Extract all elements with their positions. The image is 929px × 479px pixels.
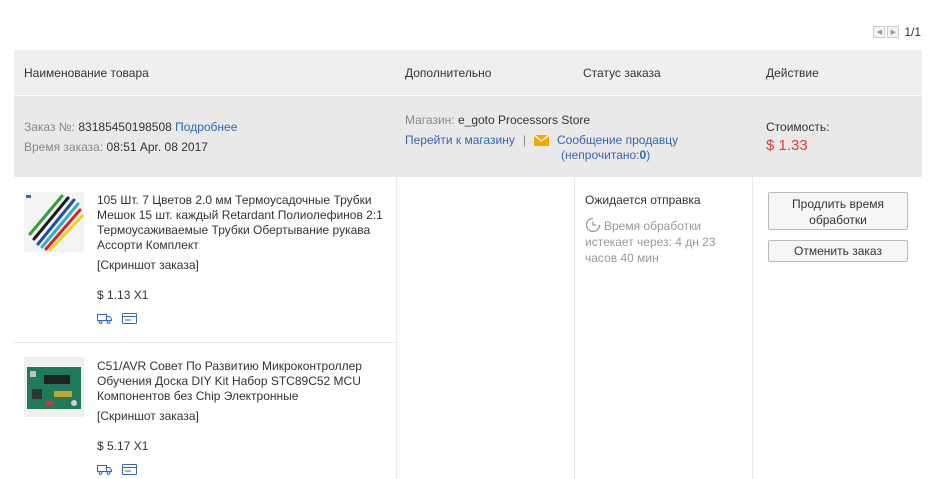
processing-line2: истекает через: 4 дн 23 — [585, 235, 716, 249]
row-divider — [14, 342, 396, 343]
product-price: $ 1.13 X1 — [97, 288, 149, 302]
order-details-link[interactable]: Подробнее — [175, 120, 237, 134]
separator: | — [522, 133, 526, 147]
envelope-icon — [534, 134, 549, 146]
store-name: e_goto Processors Store — [457, 113, 591, 127]
header-status: Статус заказа — [583, 66, 661, 80]
extend-button-line1: Продлить время — [792, 197, 884, 211]
order-number-line: Заказ №: 83185450198508 Подробнее — [24, 120, 237, 134]
chevron-left-icon[interactable]: ◀ — [873, 26, 886, 38]
store-label: Магазин: — [405, 113, 455, 127]
processing-line1: Время обработки — [604, 219, 702, 233]
column-divider — [396, 177, 397, 479]
extend-button-line2: обработки — [809, 213, 867, 227]
snapshot-link[interactable]: [Скриншот заказа] — [97, 409, 387, 424]
message-seller-link[interactable]: Сообщение продавцу — [557, 133, 678, 147]
card-icon[interactable] — [122, 313, 137, 324]
pager: ◀ ▶ 1/1 — [873, 25, 921, 39]
header-product: Наименование товара — [24, 66, 149, 80]
order-time: 08:51 Apr. 08 2017 — [106, 140, 208, 154]
order-time-line: Время заказа: 08:51 Apr. 08 2017 — [24, 140, 208, 154]
go-to-store-link[interactable]: Перейти к магазину — [405, 133, 515, 147]
truck-icon[interactable] — [97, 464, 112, 475]
processing-line3: часов 40 мин — [585, 251, 659, 265]
column-divider — [752, 177, 753, 479]
order-time-label: Время заказа: — [24, 140, 104, 154]
store-line: Магазин: e_goto Processors Store — [405, 113, 590, 127]
chevron-right-icon[interactable]: ▶ — [887, 26, 900, 38]
extend-processing-time-button[interactable]: Продлить время обработки — [768, 192, 908, 230]
pager-text: 1/1 — [904, 25, 921, 39]
cost-value: $ 1.33 — [766, 137, 808, 154]
product-image-dev-board[interactable] — [24, 357, 84, 417]
status-text: Ожидается отправка — [585, 193, 701, 207]
unread-line: (непрочитано:0) — [561, 148, 650, 162]
product-price: $ 5.17 X1 — [97, 439, 149, 453]
order-number-label: Заказ №: — [24, 120, 76, 134]
product-name[interactable]: 105 Шт. 7 Цветов 2.0 мм Термоусадочные Т… — [97, 193, 387, 253]
unread-close: ) — [646, 148, 651, 162]
snapshot-link[interactable]: [Скриншот заказа] — [97, 258, 387, 273]
header-extra: Дополнительно — [405, 66, 492, 80]
store-links: Перейти к магазину | Сообщение продавцу — [405, 133, 678, 147]
truck-icon[interactable] — [97, 313, 112, 324]
order-number: 83185450198508 — [78, 120, 172, 134]
product-image-heat-shrink[interactable] — [24, 192, 84, 252]
product-name[interactable]: C51/AVR Совет По Развитию Микроконтролле… — [97, 359, 387, 404]
unread-label: (непрочитано: — [561, 148, 640, 162]
header-action: Действие — [766, 66, 819, 80]
cancel-order-button[interactable]: Отменить заказ — [768, 240, 908, 262]
card-icon[interactable] — [122, 464, 137, 475]
clock-icon — [585, 217, 601, 233]
order-info-row: Заказ №: 83185450198508 Подробнее Время … — [14, 96, 922, 177]
cost-label: Стоимость: — [766, 120, 830, 134]
table-header: Наименование товара Дополнительно Статус… — [14, 50, 922, 95]
column-divider — [574, 177, 575, 479]
